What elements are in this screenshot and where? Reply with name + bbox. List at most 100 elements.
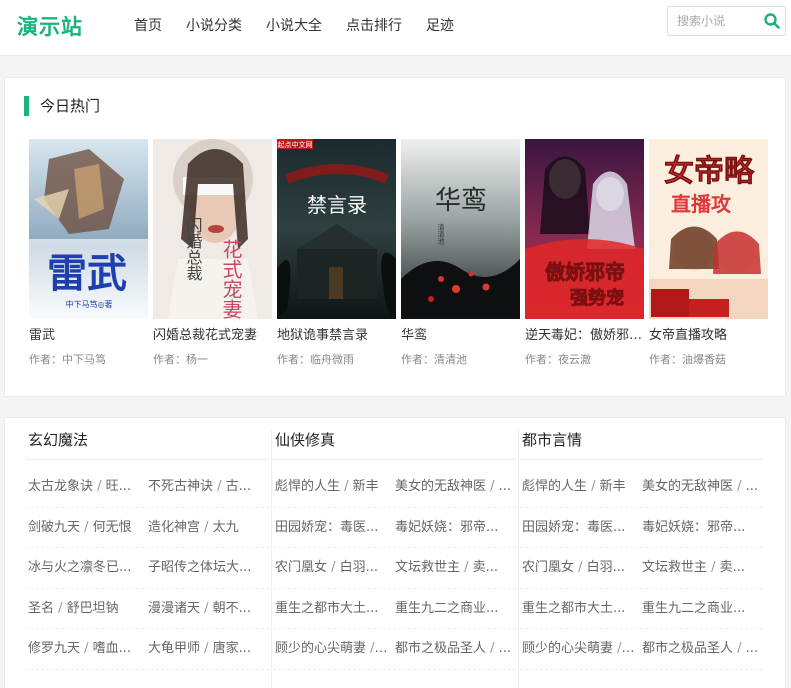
novel-name: 重生九二之商业... — [642, 600, 746, 616]
book-card[interactable]: 起点中文网 禁言录 地狱诡事禁言录 作者：临舟微雨 — [277, 139, 396, 367]
novel-link[interactable]: 修罗九天 / 嗜血... — [28, 629, 142, 669]
novel-link[interactable]: 彪悍的人生 / 新丰 — [275, 467, 389, 507]
book-author: 作者：临舟微雨 — [277, 353, 354, 366]
novel-link[interactable]: 毒妃妖娆：邪帝... — [642, 508, 762, 548]
novel-link[interactable]: 文坛救世主 / 卖... — [395, 548, 515, 588]
novel-link[interactable]: 毒妃妖娆：邪帝... — [395, 508, 515, 548]
book-cover[interactable]: 雷武 中下马笃◎著 — [29, 139, 148, 319]
search-input[interactable] — [668, 7, 758, 35]
book-card[interactable]: 花式宠妻 闪婚总裁 闪婚总裁花式宠妻 作者：杨一 — [153, 139, 272, 367]
book-card[interactable]: 华鸾 清清池 华鸾 作者：清清池 — [401, 139, 520, 367]
list-row: 农门凰女 / 白羽... 文坛救世主 / 卖... — [273, 548, 516, 589]
nav-categories[interactable]: 小说分类 — [174, 0, 254, 52]
nav-all-novels[interactable]: 小说大全 — [254, 0, 334, 52]
book-author: 作者：中下马笃 — [29, 353, 106, 366]
book-title[interactable]: 逆天毒妃：傲娇邪帝强势宠 — [525, 324, 644, 343]
category-title[interactable]: 仙侠修真 — [273, 418, 516, 460]
novel-name: 农门凰女 — [522, 560, 575, 575]
svg-text:女帝略: 女帝略 — [664, 154, 755, 189]
novel-name: 文坛救世主 — [642, 560, 708, 575]
novel-link[interactable]: 造化神宫 / 太九 — [148, 508, 268, 548]
book-title[interactable]: 女帝直播攻略 — [649, 324, 768, 343]
hot-section: 今日热门 雷武 中下马笃◎著 雷武 作者：中下马笃 花式宠妻 闪婚总裁 闪婚总裁… — [4, 77, 786, 397]
novel-link[interactable]: 太古龙象诀 / 旺... — [28, 467, 142, 507]
novel-link[interactable]: 美女的无敌神医 / ... — [395, 467, 515, 507]
novel-link[interactable]: 美女的无敌神医 / ... — [642, 467, 762, 507]
novel-link[interactable]: 子昭传之体坛大... — [148, 548, 268, 588]
novel-link[interactable]: 田园娇宠：毒医... — [522, 508, 636, 548]
novel-author: 卖... — [719, 560, 746, 575]
novel-link[interactable]: 农门凰女 / 白羽... — [275, 548, 389, 588]
book-card[interactable]: 傲娇邪帝 强势宠 逆天毒妃：傲娇邪帝强势宠 作者：夜云澈 — [525, 139, 644, 367]
novel-link[interactable]: 漫漫诸天 / 朝不... — [148, 589, 268, 629]
separator: / — [340, 479, 353, 494]
separator: / — [200, 600, 213, 616]
list-row: 彪悍的人生 / 新丰 美女的无敌神医 / ... — [520, 467, 763, 508]
novel-link[interactable]: 文坛救世主 / 卖... — [642, 548, 762, 588]
novel-link[interactable]: 顾少的心尖萌妻 / ... — [275, 629, 389, 669]
list-row: 修罗九天 / 嗜血... 大龟甲师 / 唐家... — [26, 629, 269, 670]
novel-link[interactable]: 重生之都市大土... — [522, 589, 636, 629]
novel-link[interactable]: 剑破九天 / 何无恨 — [28, 508, 142, 548]
novel-name: 不死古神诀 — [148, 479, 214, 494]
list-row: 顾少的心尖萌妻 / ...都市之极品圣人 / ... — [520, 629, 763, 670]
novel-link[interactable]: 重生之都市大土... — [275, 589, 389, 629]
list-row: 重生之都市大土... 重生九二之商业... — [520, 589, 763, 629]
list-row: 彪悍的人生 / 新丰 美女的无敌神医 / ... — [273, 467, 516, 508]
novel-link[interactable]: 重生九二之商业... — [395, 589, 515, 629]
svg-text:花式宠妻: 花式宠妻 — [219, 239, 243, 319]
novel-link[interactable]: 冰与火之凛冬已... — [28, 548, 142, 588]
category-title[interactable]: 玄幻魔法 — [26, 418, 269, 460]
book-author: 作者：夜云澈 — [525, 353, 591, 366]
novel-link[interactable]: 不死古神诀 / 古... — [148, 467, 268, 507]
book-cover[interactable]: 傲娇邪帝 强势宠 — [525, 139, 644, 319]
novel-link[interactable]: 彪悍的人生 / 新丰 — [522, 467, 636, 507]
book-cover[interactable]: 华鸾 清清池 — [401, 139, 520, 319]
novel-name: 修罗九天 — [28, 641, 81, 656]
novel-name: 漫漫诸天 — [148, 600, 201, 616]
novel-link[interactable]: 顾少的心尖萌妻 / ... — [522, 629, 636, 669]
novel-name: 毒妃妖娆：邪帝... — [395, 519, 499, 535]
book-card[interactable]: 女帝略 直播攻 女帝直播攻略 作者：油爆香菇 — [649, 139, 768, 367]
main-nav: 首页 小说分类 小说大全 点击排行 足迹 — [122, 0, 466, 52]
novel-name: 毒妃妖娆：邪帝... — [642, 519, 746, 535]
book-title[interactable]: 地狱诡事禁言录 — [277, 324, 396, 343]
novel-name: 重生九二之商业... — [395, 600, 499, 616]
novel-link[interactable]: 重生九二之商业... — [642, 589, 762, 629]
separator: / — [327, 560, 340, 575]
column-divider — [271, 430, 272, 688]
book-title[interactable]: 华鸾 — [401, 324, 520, 343]
novel-name: 冰与火之凛冬已... — [28, 560, 132, 575]
book-title[interactable]: 闪婚总裁花式宠妻 — [153, 324, 272, 343]
book-cover[interactable]: 起点中文网 禁言录 — [277, 139, 396, 319]
list-row: 田园娇宠：毒医... 毒妃妖娆：邪帝... — [273, 508, 516, 548]
novel-link[interactable]: 田园娇宠：毒医... — [275, 508, 389, 548]
book-cover[interactable]: 女帝略 直播攻 — [649, 139, 768, 319]
cover-title-text: 雷武 — [47, 250, 127, 297]
book-card[interactable]: 雷武 中下马笃◎著 雷武 作者：中下马笃 — [29, 139, 148, 367]
separator: / — [93, 479, 106, 494]
novel-author: 卖... — [472, 560, 499, 575]
book-title[interactable]: 雷武 — [29, 324, 148, 343]
section-title: 今日热门 — [24, 96, 100, 116]
search-icon[interactable] — [763, 12, 781, 30]
novel-link[interactable]: 农门凰女 / 白羽... — [522, 548, 636, 588]
book-author: 作者：杨一 — [153, 353, 208, 366]
category-title[interactable]: 都市言情 — [520, 418, 763, 460]
novel-link[interactable]: 都市之极品圣人 / ... — [395, 629, 515, 669]
nav-home[interactable]: 首页 — [122, 0, 174, 52]
novel-name: 田园娇宠：毒医... — [522, 519, 626, 535]
novel-author: 嗜血... — [92, 641, 132, 656]
nav-ranking[interactable]: 点击排行 — [334, 0, 414, 52]
novel-link[interactable]: 都市之极品圣人 / ... — [642, 629, 762, 669]
site-logo[interactable]: 演示站 — [17, 11, 83, 41]
novel-name: 美女的无敌神医 — [642, 479, 734, 494]
novel-author: ... — [745, 479, 759, 494]
site-header: 演示站 首页 小说分类 小说大全 点击排行 足迹 — [0, 0, 791, 56]
book-cover[interactable]: 花式宠妻 闪婚总裁 — [153, 139, 272, 319]
novel-link[interactable]: 圣名 / 舒巴坦钠 — [28, 589, 142, 629]
list-row: 重生之都市大土... 重生九二之商业... — [273, 589, 516, 629]
separator: / — [54, 600, 67, 616]
nav-history[interactable]: 足迹 — [414, 0, 466, 52]
novel-link[interactable]: 大龟甲师 / 唐家... — [148, 629, 268, 669]
